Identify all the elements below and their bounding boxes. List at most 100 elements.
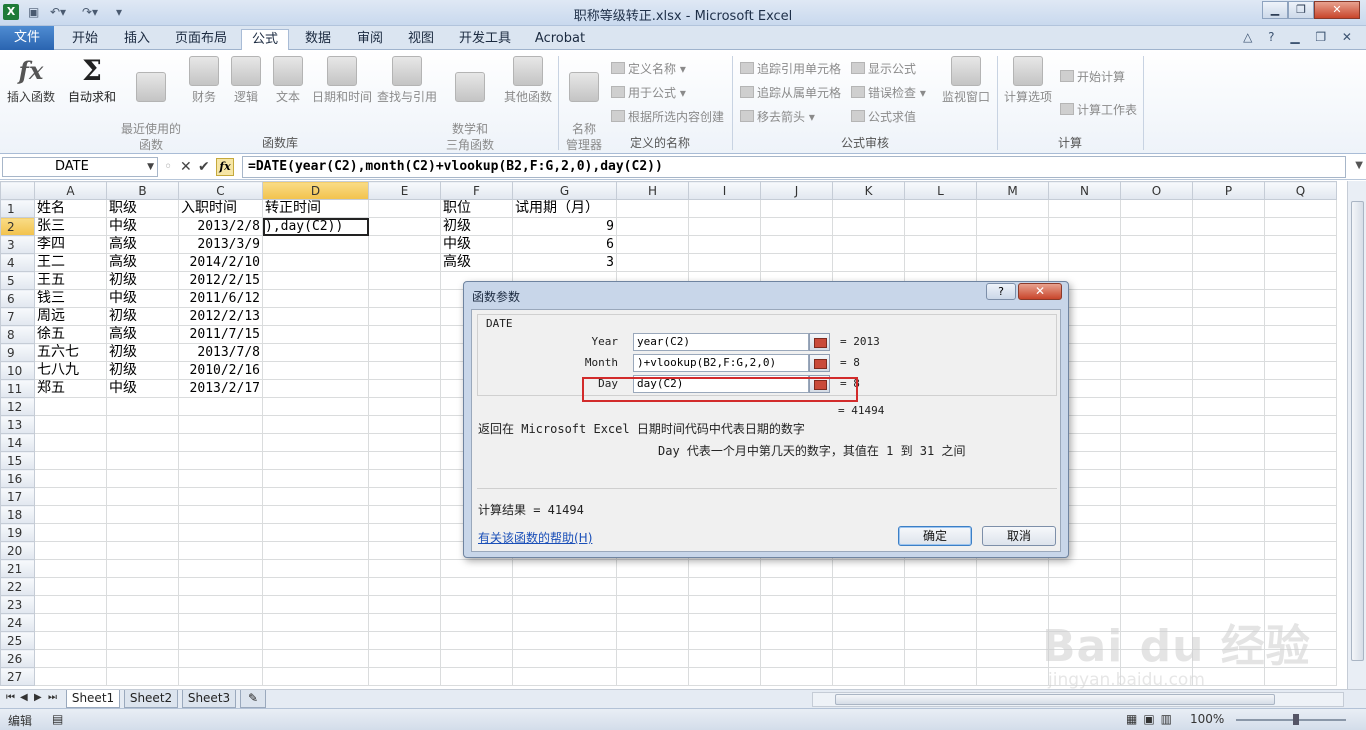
calc-options-button[interactable]: 计算选项 xyxy=(1000,56,1056,105)
next-sheet-icon[interactable]: ▶ xyxy=(34,692,42,703)
cell-A6[interactable]: 钱三 xyxy=(34,289,107,308)
cell-C13[interactable] xyxy=(178,415,263,434)
cell-D2[interactable]: ),day(C2)) xyxy=(262,217,369,236)
cell-K24[interactable] xyxy=(832,613,905,632)
cell-O4[interactable] xyxy=(1120,253,1193,272)
cell-C4[interactable]: 2014/2/10 xyxy=(178,253,263,272)
cell-E9[interactable] xyxy=(368,343,441,362)
cell-D16[interactable] xyxy=(262,469,369,488)
cell-Q5[interactable] xyxy=(1264,271,1337,290)
column-header[interactable]: H xyxy=(616,181,689,200)
cell-C22[interactable] xyxy=(178,577,263,596)
cell-B26[interactable] xyxy=(106,649,179,668)
cell-L25[interactable] xyxy=(904,631,977,650)
cell-P15[interactable] xyxy=(1192,451,1265,470)
cell-C20[interactable] xyxy=(178,541,263,560)
error-checking-button[interactable]: 错误检查 ▾ xyxy=(851,84,926,101)
cell-E23[interactable] xyxy=(368,595,441,614)
trace-dependents-button[interactable]: 追踪从属单元格 xyxy=(740,84,841,101)
cell-F2[interactable]: 初级 xyxy=(440,217,513,236)
row-header[interactable]: 18 xyxy=(0,505,35,524)
cell-A8[interactable]: 徐五 xyxy=(34,325,107,344)
prev-sheet-icon[interactable]: ◀ xyxy=(20,692,28,703)
cell-C8[interactable]: 2011/7/15 xyxy=(178,325,263,344)
row-header[interactable]: 10 xyxy=(0,361,35,380)
cell-H2[interactable] xyxy=(616,217,689,236)
zoom-level[interactable]: 100% xyxy=(1190,712,1224,726)
first-sheet-icon[interactable]: ⏮ xyxy=(6,692,15,703)
cell-Q14[interactable] xyxy=(1264,433,1337,452)
cell-D6[interactable] xyxy=(262,289,369,308)
cell-D7[interactable] xyxy=(262,307,369,326)
cell-Q10[interactable] xyxy=(1264,361,1337,380)
cell-H1[interactable] xyxy=(616,199,689,218)
cell-A27[interactable] xyxy=(34,667,107,686)
cell-D10[interactable] xyxy=(262,361,369,380)
cell-H21[interactable] xyxy=(616,559,689,578)
cell-I3[interactable] xyxy=(688,235,761,254)
cell-C27[interactable] xyxy=(178,667,263,686)
row-header[interactable]: 12 xyxy=(0,397,35,416)
cell-J21[interactable] xyxy=(760,559,833,578)
row-header[interactable]: 20 xyxy=(0,541,35,560)
ok-button[interactable]: 确定 xyxy=(898,526,972,546)
cell-C1[interactable]: 入职时间 xyxy=(178,199,263,218)
cell-J3[interactable] xyxy=(760,235,833,254)
cell-N3[interactable] xyxy=(1048,235,1121,254)
cell-O19[interactable] xyxy=(1120,523,1193,542)
cell-K26[interactable] xyxy=(832,649,905,668)
cell-C19[interactable] xyxy=(178,523,263,542)
tab-review[interactable]: 审阅 xyxy=(348,29,392,50)
tab-view[interactable]: 视图 xyxy=(399,29,443,50)
more-functions-button[interactable]: 其他函数 xyxy=(502,56,554,105)
calc-now-button[interactable]: 开始计算 xyxy=(1060,68,1125,85)
cell-C12[interactable] xyxy=(178,397,263,416)
cell-B10[interactable]: 初级 xyxy=(106,361,179,380)
cell-G3[interactable]: 6 xyxy=(512,235,617,254)
cell-C25[interactable] xyxy=(178,631,263,650)
cell-H23[interactable] xyxy=(616,595,689,614)
column-header[interactable]: B xyxy=(106,181,179,200)
cell-D3[interactable] xyxy=(262,235,369,254)
cell-H22[interactable] xyxy=(616,577,689,596)
text-functions-button[interactable]: 文本 xyxy=(270,56,306,105)
cell-O20[interactable] xyxy=(1120,541,1193,560)
zoom-slider[interactable] xyxy=(1236,719,1346,721)
cell-E11[interactable] xyxy=(368,379,441,398)
ribbon-right-icons[interactable]: △ ? ▁ ❐ ✕ xyxy=(1243,30,1358,44)
cell-E25[interactable] xyxy=(368,631,441,650)
cell-L26[interactable] xyxy=(904,649,977,668)
logical-button[interactable]: 逻辑 xyxy=(228,56,264,105)
cell-K23[interactable] xyxy=(832,595,905,614)
cell-Q13[interactable] xyxy=(1264,415,1337,434)
row-header[interactable]: 4 xyxy=(0,253,35,272)
lookup-button[interactable]: 查找与引用 xyxy=(376,56,438,105)
cell-C6[interactable]: 2011/6/12 xyxy=(178,289,263,308)
column-header[interactable]: A xyxy=(34,181,107,200)
cancel-button[interactable]: 取消 xyxy=(982,526,1056,546)
cell-B25[interactable] xyxy=(106,631,179,650)
cell-C21[interactable] xyxy=(178,559,263,578)
define-name-button[interactable]: 定义名称 ▾ xyxy=(611,60,686,77)
tab-page-layout[interactable]: 页面布局 xyxy=(168,29,234,50)
column-header[interactable]: P xyxy=(1192,181,1265,200)
cell-E3[interactable] xyxy=(368,235,441,254)
cell-I4[interactable] xyxy=(688,253,761,272)
insert-sheet-icon[interactable]: ✎ xyxy=(240,690,266,708)
row-header[interactable]: 17 xyxy=(0,487,35,506)
cell-B24[interactable] xyxy=(106,613,179,632)
cell-H4[interactable] xyxy=(616,253,689,272)
watch-window-button[interactable]: 监视窗口 xyxy=(938,56,994,105)
cell-A10[interactable]: 七八九 xyxy=(34,361,107,380)
row-header[interactable]: 5 xyxy=(0,271,35,290)
tab-file[interactable]: 文件 xyxy=(0,26,54,50)
cell-P2[interactable] xyxy=(1192,217,1265,236)
cell-P10[interactable] xyxy=(1192,361,1265,380)
cell-G24[interactable] xyxy=(512,613,617,632)
cell-H3[interactable] xyxy=(616,235,689,254)
cell-B3[interactable]: 高级 xyxy=(106,235,179,254)
cell-A1[interactable]: 姓名 xyxy=(34,199,107,218)
cell-O22[interactable] xyxy=(1120,577,1193,596)
cell-F23[interactable] xyxy=(440,595,513,614)
cell-D9[interactable] xyxy=(262,343,369,362)
